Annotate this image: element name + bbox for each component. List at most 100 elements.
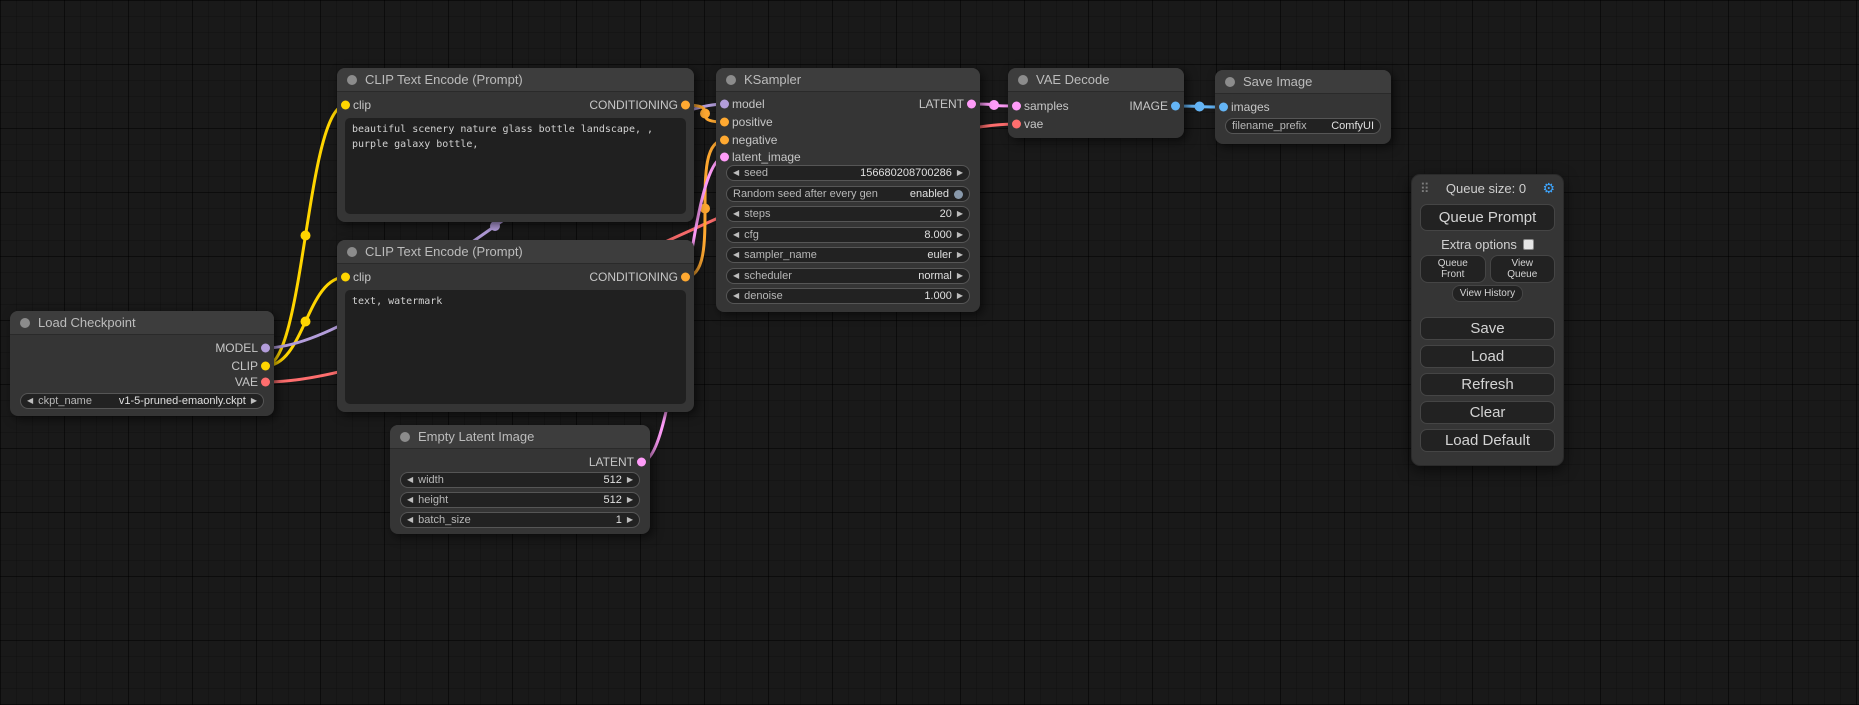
collapse-dot-icon[interactable] <box>1018 75 1028 85</box>
node-load-checkpoint[interactable]: Load Checkpoint MODEL CLIP VAE ◀ ckpt_na… <box>10 311 274 416</box>
node-title-bar[interactable]: VAE Decode <box>1008 68 1184 92</box>
widget-value: v1-5-pruned-emaonly.ckpt <box>119 396 246 407</box>
input-label-clip: clip <box>353 98 371 112</box>
input-dot-clip[interactable] <box>341 101 350 110</box>
queue-front-button[interactable]: Queue Front <box>1420 255 1486 283</box>
node-title-bar[interactable]: KSampler <box>716 68 980 92</box>
refresh-button[interactable]: Refresh <box>1420 373 1555 396</box>
prompt-textarea[interactable]: text, watermark <box>345 290 686 404</box>
widget-steps[interactable]: ◀ steps 20 ▶ <box>726 206 970 222</box>
decrement-arrow-icon[interactable]: ◀ <box>733 292 739 300</box>
node-title: Save Image <box>1243 74 1312 89</box>
input-dot-latent-image[interactable] <box>720 153 729 162</box>
widget-name: scheduler <box>744 271 792 282</box>
widget-scheduler[interactable]: ◀ scheduler normal ▶ <box>726 268 970 284</box>
output-dot-model[interactable] <box>261 344 270 353</box>
prompt-textarea[interactable]: beautiful scenery nature glass bottle la… <box>345 118 686 214</box>
output-dot-conditioning[interactable] <box>681 273 690 282</box>
node-title-bar[interactable]: Load Checkpoint <box>10 311 274 335</box>
input-dot-positive[interactable] <box>720 118 729 127</box>
node-title-bar[interactable]: CLIP Text Encode (Prompt) <box>337 68 694 92</box>
node-graph-canvas[interactable]: Load Checkpoint MODEL CLIP VAE ◀ ckpt_na… <box>0 0 1859 705</box>
increment-arrow-icon[interactable]: ▶ <box>251 397 257 405</box>
input-label-model: model <box>732 97 765 111</box>
view-history-button[interactable]: View History <box>1452 285 1523 302</box>
collapse-dot-icon[interactable] <box>20 318 30 328</box>
widget-random-seed-toggle[interactable]: Random seed after every gen enabled <box>726 186 970 202</box>
node-vae-decode[interactable]: VAE Decode samples IMAGE vae <box>1008 68 1184 138</box>
increment-arrow-icon[interactable]: ▶ <box>957 231 963 239</box>
increment-arrow-icon[interactable]: ▶ <box>957 210 963 218</box>
load-button[interactable]: Load <box>1420 345 1555 368</box>
input-dot-clip[interactable] <box>341 273 350 282</box>
increment-arrow-icon[interactable]: ▶ <box>957 292 963 300</box>
save-button[interactable]: Save <box>1420 317 1555 340</box>
widget-value: 20 <box>940 209 952 220</box>
node-empty-latent-image[interactable]: Empty Latent Image LATENT ◀ width 512 ▶ … <box>390 425 650 534</box>
widget-height[interactable]: ◀ height 512 ▶ <box>400 492 640 508</box>
node-clip-text-encode-positive[interactable]: CLIP Text Encode (Prompt) clip CONDITION… <box>337 68 694 222</box>
increment-arrow-icon[interactable]: ▶ <box>957 169 963 177</box>
extra-options-checkbox[interactable] <box>1523 239 1534 250</box>
output-dot-image[interactable] <box>1171 102 1180 111</box>
node-ksampler[interactable]: KSampler model LATENT positive negative … <box>716 68 980 312</box>
widget-name: steps <box>744 209 770 220</box>
decrement-arrow-icon[interactable]: ◀ <box>733 231 739 239</box>
decrement-arrow-icon[interactable]: ◀ <box>27 397 33 405</box>
decrement-arrow-icon[interactable]: ◀ <box>733 272 739 280</box>
toggle-knob-icon[interactable] <box>954 190 963 199</box>
widget-cfg[interactable]: ◀ cfg 8.000 ▶ <box>726 227 970 243</box>
collapse-dot-icon[interactable] <box>1225 77 1235 87</box>
output-dot-latent[interactable] <box>637 458 646 467</box>
output-label-latent: LATENT <box>919 97 964 111</box>
widget-ckpt-name[interactable]: ◀ ckpt_name v1-5-pruned-emaonly.ckpt ▶ <box>20 393 264 409</box>
clear-button[interactable]: Clear <box>1420 401 1555 424</box>
decrement-arrow-icon[interactable]: ◀ <box>407 516 413 524</box>
input-dot-model[interactable] <box>720 100 729 109</box>
widget-denoise[interactable]: ◀ denoise 1.000 ▶ <box>726 288 970 304</box>
widget-name: denoise <box>744 291 783 302</box>
increment-arrow-icon[interactable]: ▶ <box>627 476 633 484</box>
widget-filename-prefix[interactable]: filename_prefix ComfyUI <box>1225 118 1381 134</box>
load-default-button[interactable]: Load Default <box>1420 429 1555 452</box>
widget-name: Random seed after every gen <box>733 189 878 200</box>
decrement-arrow-icon[interactable]: ◀ <box>733 210 739 218</box>
increment-arrow-icon[interactable]: ▶ <box>627 496 633 504</box>
input-dot-samples[interactable] <box>1012 102 1021 111</box>
input-dot-negative[interactable] <box>720 136 729 145</box>
widget-sampler-name[interactable]: ◀ sampler_name euler ▶ <box>726 247 970 263</box>
input-dot-vae[interactable] <box>1012 120 1021 129</box>
widget-seed[interactable]: ◀ seed 156680208700286 ▶ <box>726 165 970 181</box>
node-title-bar[interactable]: Empty Latent Image <box>390 425 650 449</box>
output-dot-clip[interactable] <box>261 362 270 371</box>
increment-arrow-icon[interactable]: ▶ <box>957 272 963 280</box>
collapse-dot-icon[interactable] <box>347 75 357 85</box>
drag-handle-icon[interactable]: ⠿ <box>1420 181 1430 197</box>
input-dot-images[interactable] <box>1219 103 1228 112</box>
decrement-arrow-icon[interactable]: ◀ <box>733 169 739 177</box>
widget-width[interactable]: ◀ width 512 ▶ <box>400 472 640 488</box>
output-dot-conditioning[interactable] <box>681 101 690 110</box>
decrement-arrow-icon[interactable]: ◀ <box>407 476 413 484</box>
output-dot-latent[interactable] <box>967 100 976 109</box>
collapse-dot-icon[interactable] <box>400 432 410 442</box>
node-clip-text-encode-negative[interactable]: CLIP Text Encode (Prompt) clip CONDITION… <box>337 240 694 412</box>
increment-arrow-icon[interactable]: ▶ <box>957 251 963 259</box>
settings-gear-icon[interactable]: ⚙ <box>1542 180 1555 197</box>
node-save-image[interactable]: Save Image images filename_prefix ComfyU… <box>1215 70 1391 144</box>
node-title-bar[interactable]: CLIP Text Encode (Prompt) <box>337 240 694 264</box>
decrement-arrow-icon[interactable]: ◀ <box>733 251 739 259</box>
collapse-dot-icon[interactable] <box>347 247 357 257</box>
increment-arrow-icon[interactable]: ▶ <box>627 516 633 524</box>
slot-row: LATENT <box>390 453 650 471</box>
link-midpoint-dot <box>301 231 311 241</box>
queue-prompt-button[interactable]: Queue Prompt <box>1420 204 1555 231</box>
widget-value: normal <box>918 271 952 282</box>
widget-batch-size[interactable]: ◀ batch_size 1 ▶ <box>400 512 640 528</box>
node-title-bar[interactable]: Save Image <box>1215 70 1391 94</box>
view-queue-button[interactable]: View Queue <box>1490 255 1556 283</box>
decrement-arrow-icon[interactable]: ◀ <box>407 496 413 504</box>
collapse-dot-icon[interactable] <box>726 75 736 85</box>
slot-row: vae <box>1008 115 1184 133</box>
output-dot-vae[interactable] <box>261 378 270 387</box>
